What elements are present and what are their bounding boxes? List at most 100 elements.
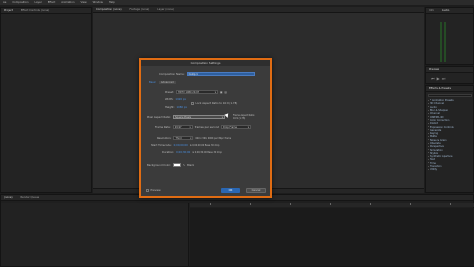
preset-dropdown[interactable]: HDTV 1080 29.97 ▾ [175, 90, 218, 94]
disclosure-triangle-icon[interactable]: ▸ [428, 152, 429, 154]
timeline-layer-area [1, 203, 189, 266]
chevron-down-icon: ▾ [221, 115, 223, 119]
tab-audio[interactable]: Audio [442, 9, 449, 12]
skip-forward-icon[interactable]: ⏭ [442, 76, 448, 81]
frame-rate-value: 29.97 [174, 125, 182, 129]
tab-project[interactable]: Project [4, 9, 13, 12]
disclosure-triangle-icon[interactable]: ▸ [428, 146, 429, 148]
menu-item-effect[interactable]: Effect [48, 1, 55, 4]
menu-item-window[interactable]: Window [93, 1, 103, 4]
menu-item-animation[interactable]: Animation [61, 1, 74, 4]
timeline-panel: (none) Render Queue [0, 194, 474, 267]
tab-layer[interactable]: Layer (none) [157, 8, 174, 11]
chevron-down-icon: ▾ [190, 136, 192, 140]
disclosure-triangle-icon[interactable]: ▸ [428, 106, 429, 108]
menu-item-view[interactable]: View [80, 1, 86, 4]
lock-aspect-checkbox[interactable] [191, 102, 194, 105]
disclosure-triangle-icon[interactable]: ▸ [428, 119, 429, 121]
background-color-label: Background Color: [147, 163, 171, 167]
disclosure-triangle-icon[interactable]: ▸ [428, 162, 429, 164]
eyedropper-icon[interactable]: ✎ [183, 164, 185, 167]
effects-list: ▸ * Animation Presets ▸ 3D Channel ▸ Audio ▸ Bl… [428, 99, 473, 172]
duration-value[interactable]: 0;00;30;00 [176, 151, 190, 154]
disclosure-triangle-icon[interactable]: ▸ [428, 139, 429, 141]
chevron-down-icon: ▾ [247, 125, 249, 129]
preview-label: Preview [150, 189, 161, 192]
menu-item-help[interactable]: Help [109, 1, 115, 4]
ruler-tick [250, 203, 251, 205]
disclosure-triangle-icon[interactable]: ▸ [428, 169, 429, 171]
effects-presets-panel: Effects & Presets ▸ * Animation Presets ▸ 3… [425, 85, 474, 193]
frame-rate-row: Frame Rate: 29.97 ▾ frames per second Dro… [155, 125, 251, 129]
pixel-aspect-value: Square Pixels [175, 115, 191, 119]
tab-footage[interactable]: Footage (none) [130, 8, 150, 11]
disclosure-triangle-icon[interactable]: ▸ [428, 129, 429, 131]
disclosure-triangle-icon[interactable]: ▸ [428, 156, 429, 158]
mouse-cursor-icon [224, 113, 230, 119]
resolution-info: 640 x 360, 900K per 8bpc frame [195, 136, 232, 140]
save-preset-icon[interactable]: ▣ [220, 91, 222, 94]
ruler-tick [330, 203, 331, 205]
menu-item-layer[interactable]: Layer [35, 1, 42, 4]
disclosure-triangle-icon[interactable]: ▸ [428, 149, 429, 151]
cursor-arrow-icon [224, 113, 230, 119]
tab-timeline-none[interactable]: (none) [4, 196, 13, 199]
disclosure-triangle-icon[interactable]: ▸ [428, 110, 429, 112]
width-value[interactable]: 1920 px [175, 98, 186, 101]
pixel-aspect-row: Pixel Aspect Ratio: Square Pixels ▾ [147, 115, 225, 119]
height-value[interactable]: 1080 px [176, 106, 187, 109]
duration-row: Duration: 0;00;30;00 is 0;00;30;00 Base … [162, 151, 222, 154]
effects-list-item[interactable]: ▸ Utility [428, 168, 473, 171]
resolution-dropdown[interactable]: Third ▾ [173, 136, 194, 140]
ruler-tick [410, 203, 411, 205]
tab-advanced[interactable]: Advanced [158, 81, 176, 84]
disclosure-triangle-icon[interactable]: ▸ [428, 133, 429, 135]
fps-label: frames per second [194, 125, 219, 129]
start-timecode-row: Start Timecode: 0;00;00;00 is 0;00;00;00… [151, 144, 219, 147]
ruler-tick [370, 203, 371, 205]
tab-effects-presets[interactable]: Effects & Presets [429, 87, 451, 90]
cancel-button[interactable]: Cancel [246, 188, 266, 193]
preset-row: Preset: HDTV 1080 29.97 ▾ ▣ ▤ [165, 90, 227, 94]
tab-render-queue[interactable]: Render Queue [21, 196, 40, 199]
disclosure-triangle-icon[interactable]: ▸ [428, 113, 429, 115]
background-color-swatch[interactable] [172, 163, 181, 167]
disclosure-triangle-icon[interactable]: ▸ [428, 159, 429, 161]
tab-basic[interactable]: Basic [149, 81, 156, 84]
disclosure-triangle-icon[interactable]: ▸ [428, 116, 429, 118]
tab-preview[interactable]: Preview [429, 68, 439, 71]
lock-aspect-label: Lock Aspect Ratio to 16:9 (1.78) [195, 102, 238, 105]
duration-info: is 0;00;30;00 Base 30 drop [192, 151, 222, 154]
effects-search[interactable] [428, 94, 472, 97]
tab-composition[interactable]: Composition (none) [96, 8, 122, 11]
disclosure-triangle-icon[interactable]: ▸ [428, 136, 429, 138]
width-row: Width: 1920 px [165, 98, 186, 101]
preset-label: Preset: [165, 90, 174, 94]
menu-item-ae[interactable]: Ae [3, 1, 6, 4]
drop-frame-value: Drop Frame [223, 125, 237, 129]
disclosure-triangle-icon[interactable]: ▸ [428, 143, 429, 145]
drop-frame-dropdown[interactable]: Drop Frame ▾ [221, 125, 251, 129]
pixel-aspect-dropdown[interactable]: Square Pixels ▾ [173, 115, 225, 119]
start-timecode-value[interactable]: 0;00;00;00 [174, 144, 188, 147]
disclosure-triangle-icon[interactable]: ▸ [428, 100, 429, 102]
chevron-down-icon: ▾ [214, 90, 216, 94]
resolution-value: Third [175, 136, 182, 140]
chevron-down-icon: ▾ [189, 125, 191, 129]
ruler-tick [450, 203, 451, 205]
comp-name-input[interactable]: Comp 1 [186, 72, 255, 76]
preview-checkbox[interactable] [146, 189, 149, 192]
lock-aspect-row: Lock Aspect Ratio to 16:9 (1.78) [191, 102, 237, 105]
preview-panel: Preview ⏮▶⏭ [425, 66, 474, 84]
disclosure-triangle-icon[interactable]: ▸ [428, 103, 429, 105]
ok-button[interactable]: OK [221, 188, 240, 193]
frame-rate-dropdown[interactable]: 29.97 ▾ [172, 125, 193, 129]
background-color-row: Background Color: ✎ Black [147, 163, 194, 167]
tab-info[interactable]: Info [429, 9, 434, 12]
delete-preset-icon[interactable]: ▤ [224, 91, 226, 94]
menu-item-composition[interactable]: Composition [12, 1, 28, 4]
tab-effect-controls[interactable]: Effect Controls (none) [21, 9, 49, 12]
disclosure-triangle-icon[interactable]: ▸ [428, 166, 429, 168]
disclosure-triangle-icon[interactable]: ▸ [428, 126, 429, 128]
disclosure-triangle-icon[interactable]: ▸ [428, 123, 429, 125]
